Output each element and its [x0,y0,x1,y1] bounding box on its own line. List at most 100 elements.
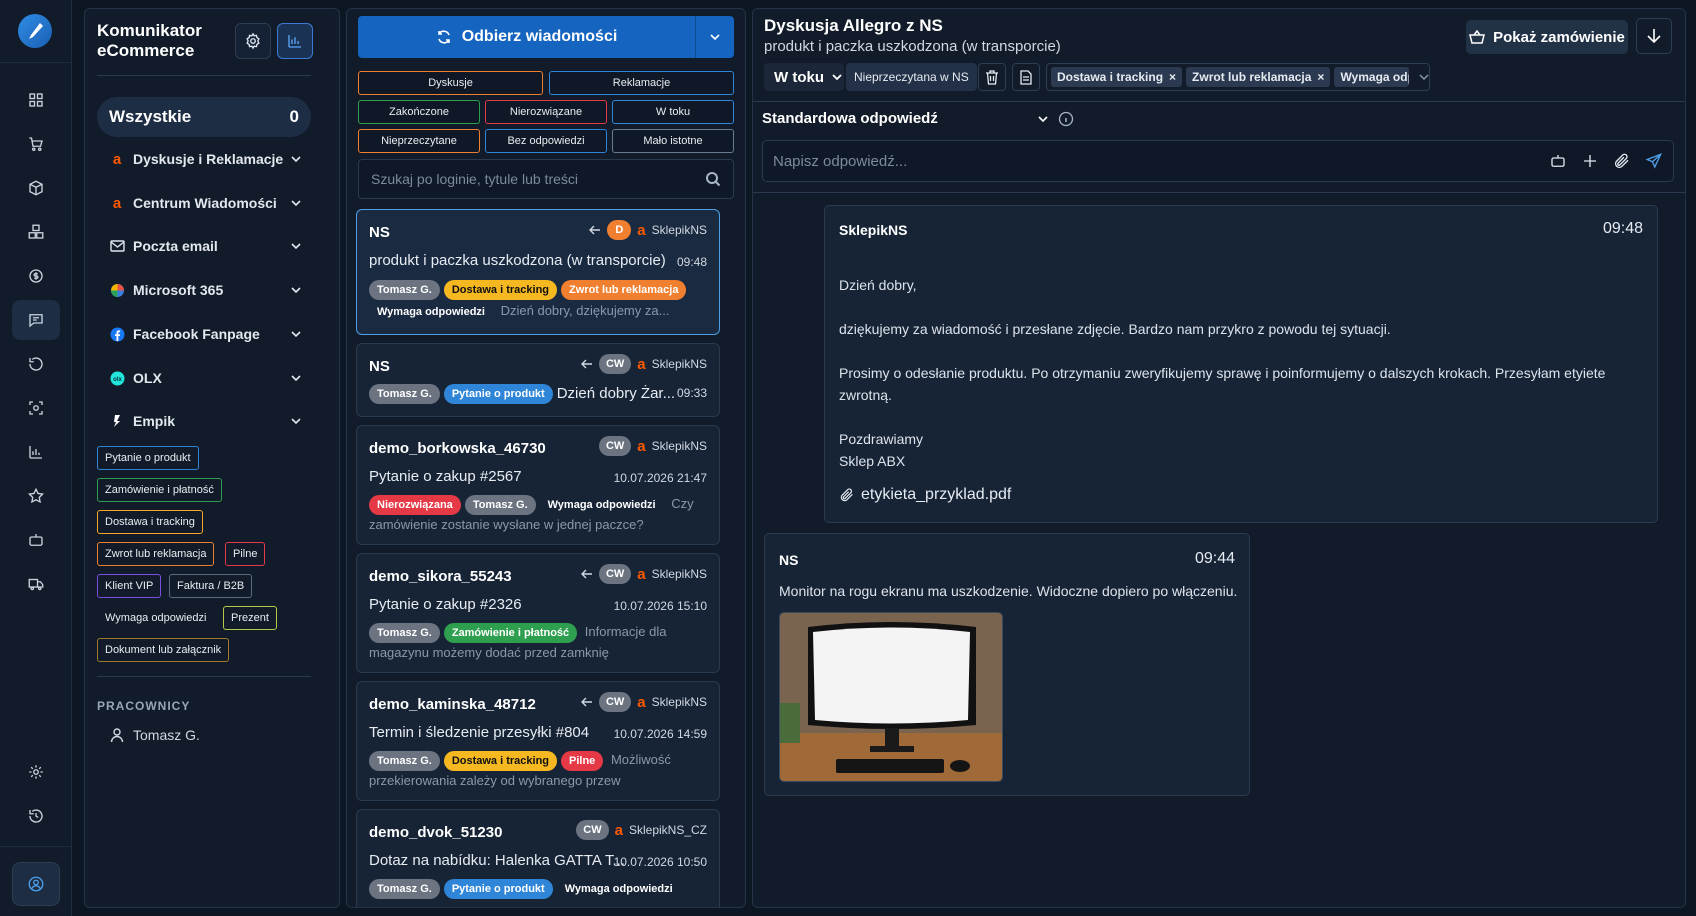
tag-vip[interactable]: Klient VIP [97,574,162,598]
allegro-icon: a [637,565,646,583]
close-icon[interactable]: × [1169,70,1176,84]
all-filter[interactable]: Wszystkie 0 [97,97,311,137]
type-badge: CW [598,692,632,712]
filter-malo-istotne[interactable]: Mało istotne [612,129,734,153]
scroll-down-button[interactable] [1636,18,1672,54]
info-icon[interactable] [1058,111,1074,127]
card-author: demo_borkowska_46730 [369,440,546,457]
tag-chip[interactable]: Dostawa i tracking × [1051,67,1183,87]
category-empik[interactable]: Empik [97,403,311,439]
category-facebook[interactable]: Facebook Fanpage [97,316,311,352]
message-line: Prosimy o odesłanie produktu. Po otrzyma… [839,365,1606,403]
boxes-icon[interactable] [12,212,60,252]
fetch-dropdown[interactable] [696,16,734,58]
tag-pill: Zamówienie i płatność [443,622,578,643]
settings-button[interactable] [235,23,271,59]
tag-dostawa[interactable]: Dostawa i tracking [97,510,203,534]
allegro-icon: a [637,221,646,239]
show-order-button[interactable]: Pokaż zamówienie [1466,20,1628,54]
category-label: Facebook Fanpage [133,326,260,342]
bot-icon[interactable] [12,520,60,560]
filter-reklamacje[interactable]: Reklamacje [549,71,734,95]
stats-button[interactable] [277,23,313,59]
filter-zakonczone[interactable]: Zakończone [358,100,480,124]
attachment-link[interactable]: etykieta_przyklad.pdf [839,486,1011,504]
chevron-down-icon [1419,74,1429,81]
category-centrum[interactable]: a Centrum Wiadomości [97,185,311,221]
returns-icon[interactable] [12,344,60,384]
tag-pill: Wymaga odpowiedzi [564,882,673,895]
dashboard-icon[interactable] [12,80,60,120]
tag-prezent[interactable]: Prezent [223,606,277,630]
refresh-icon [437,30,450,44]
settings-icon[interactable] [12,752,60,792]
chevron-down-icon [291,287,301,294]
message-outgoing: SklepikNS 09:48 Dzień dobry, dziękujemy … [824,205,1658,523]
tag-pilne[interactable]: Pilne [225,542,266,566]
conversation-card[interactable]: NS CW a SklepikNS Tomasz G. Pytanie o produ… [356,343,720,417]
standard-reply-select[interactable]: Standardowa odpowiedź [762,110,1074,127]
messages-icon[interactable] [12,300,60,340]
nav-rail [0,0,72,916]
package-icon[interactable] [12,168,60,208]
search-input[interactable]: Szukaj po loginie, tytule lub treści [358,159,734,199]
bot-icon[interactable] [1549,152,1567,170]
conversation-card[interactable]: NS Da SklepikNS produkt i paczka uszkodzo… [356,209,720,335]
card-subject: produkt i paczka uszkodzona (w transporc… [369,252,666,269]
unread-chip[interactable]: Nieprzeczytana w NS [846,63,977,91]
paperclip-icon[interactable] [1613,152,1631,170]
tag-wymaga[interactable]: Wymaga odpowiedzi [97,606,214,630]
scan-icon[interactable] [12,388,60,428]
shop-name: SklepikNS_CZ [628,823,707,837]
conversation-card[interactable]: demo_dvok_51230 CW a SklepikNS_CZ Dotaz na… [356,809,720,907]
document-button[interactable] [1012,63,1040,91]
cart-icon[interactable] [12,124,60,164]
filter-dyskusje[interactable]: Dyskusje [358,71,543,95]
filter-w-toku[interactable]: W toku [612,100,734,124]
attached-photo[interactable] [779,612,1003,782]
category-label: OLX [133,370,162,386]
plus-icon[interactable] [1581,152,1599,170]
tag-pytanie[interactable]: Pytanie o produkt [97,446,199,470]
worker-pill: Tomasz G. [369,622,440,643]
filter-nierozwiazane[interactable]: Nierozwiązane [485,100,607,124]
tag-dokument[interactable]: Dokument lub załącznik [97,638,230,662]
filter-bez-odpowiedzi[interactable]: Bez odpowiedzi [485,129,607,153]
tag-pill: Pytanie o produkt [443,384,553,405]
category-microsoft[interactable]: Microsoft 365 [97,272,311,308]
category-dyskusje[interactable]: a Dyskusje i Reklamacje [97,141,311,177]
stats-icon[interactable] [12,432,60,472]
reply-input[interactable]: Napisz odpowiedź... [762,140,1674,182]
svg-text:olx: olx [113,377,122,383]
conversation-card[interactable]: demo_sikora_55243 CW a SklepikNS Pytanie o… [356,553,720,673]
allegro-icon: a [112,150,122,168]
conversation-card[interactable]: demo_borkowska_46730 CW a SklepikNS Pytani… [356,425,720,545]
category-olx[interactable]: olx OLX [97,360,311,396]
history-icon[interactable] [12,796,60,836]
tag-zamowienie[interactable]: Zamówienie i płatność [97,478,222,502]
delete-button[interactable] [978,63,1006,91]
fetch-messages-button[interactable]: Odbierz wiadomości [358,16,734,58]
standard-reply-label: Standardowa odpowiedź [762,110,938,127]
close-icon[interactable]: × [1317,70,1324,84]
tag-chip[interactable]: Wymaga odpowie [1334,67,1409,87]
message-line: Dzień dobry, [839,277,917,293]
conversation-card[interactable]: demo_kaminska_48712 CW a SklepikNS Termin … [356,681,720,801]
category-poczta[interactable]: Poczta email [97,228,311,264]
money-icon[interactable] [12,256,60,296]
empik-icon [109,413,125,429]
message-author: NS [779,552,799,568]
filter-nieprzeczytane[interactable]: Nieprzeczytane [358,129,480,153]
tag-chip[interactable]: Zwrot lub reklamacja × [1186,67,1331,87]
tag-zwrot[interactable]: Zwrot lub reklamacja [97,542,215,566]
conversation-tags-select[interactable]: Dostawa i tracking × Zwrot lub reklamacja… [1046,63,1430,91]
tag-faktura[interactable]: Faktura / B2B [169,574,253,598]
worker-item[interactable]: Tomasz G. [109,727,200,743]
account-icon[interactable] [12,862,60,906]
star-icon[interactable] [12,476,60,516]
delivery-icon[interactable] [12,564,60,604]
allegro-icon: a [112,194,122,212]
app-logo-icon[interactable] [18,14,52,48]
status-select[interactable]: W toku [764,63,844,91]
send-icon[interactable] [1645,152,1663,170]
